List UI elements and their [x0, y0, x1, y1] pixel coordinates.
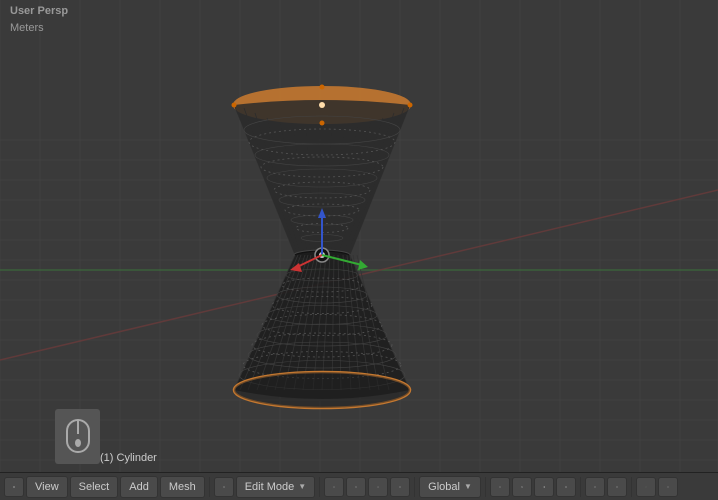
fullscreen-icon[interactable]: [658, 477, 678, 497]
separator-4: [485, 477, 486, 497]
proportional-icon[interactable]: [390, 477, 410, 497]
edit-mode-dropdown[interactable]: Edit Mode ▼: [236, 476, 315, 498]
separator-2: [319, 477, 320, 497]
separator-5: [580, 477, 581, 497]
render-icon[interactable]: [490, 477, 510, 497]
add-menu[interactable]: Add: [120, 476, 158, 498]
bottom-toolbar: View Select Add Mesh Edit Mode ▼: [0, 472, 718, 500]
mesh-menu[interactable]: Mesh: [160, 476, 205, 498]
grid: [0, 0, 718, 472]
snap-icon[interactable]: [346, 477, 366, 497]
mouse-icon-box: [55, 409, 100, 464]
global-dropdown[interactable]: Global ▼: [419, 476, 481, 498]
viewport-icon[interactable]: [4, 477, 24, 497]
transform-icon[interactable]: [368, 477, 388, 497]
edit-mode-chevron: ▼: [298, 482, 306, 491]
3d-viewport[interactable]: User Persp Meters (1) Cylinder: [0, 0, 718, 472]
global-label: Global: [428, 481, 460, 493]
select-menu[interactable]: Select: [70, 476, 119, 498]
separator-1: [209, 477, 210, 497]
wireframe-icon[interactable]: [556, 477, 576, 497]
material-icon[interactable]: [512, 477, 532, 497]
edit-mode-icon[interactable]: [214, 477, 234, 497]
separator-3: [414, 477, 415, 497]
xray-icon[interactable]: [607, 477, 627, 497]
edit-mode-label: Edit Mode: [245, 481, 295, 493]
overlay-icon[interactable]: [585, 477, 605, 497]
viewport-shading[interactable]: [534, 477, 554, 497]
view-menu[interactable]: View: [26, 476, 68, 498]
pivot-icon[interactable]: [324, 477, 344, 497]
global-chevron: ▼: [464, 482, 472, 491]
gizmo-icon[interactable]: [636, 477, 656, 497]
mouse-icon: [64, 418, 92, 456]
separator-6: [631, 477, 632, 497]
object-name-label: (1) Cylinder: [100, 452, 157, 464]
